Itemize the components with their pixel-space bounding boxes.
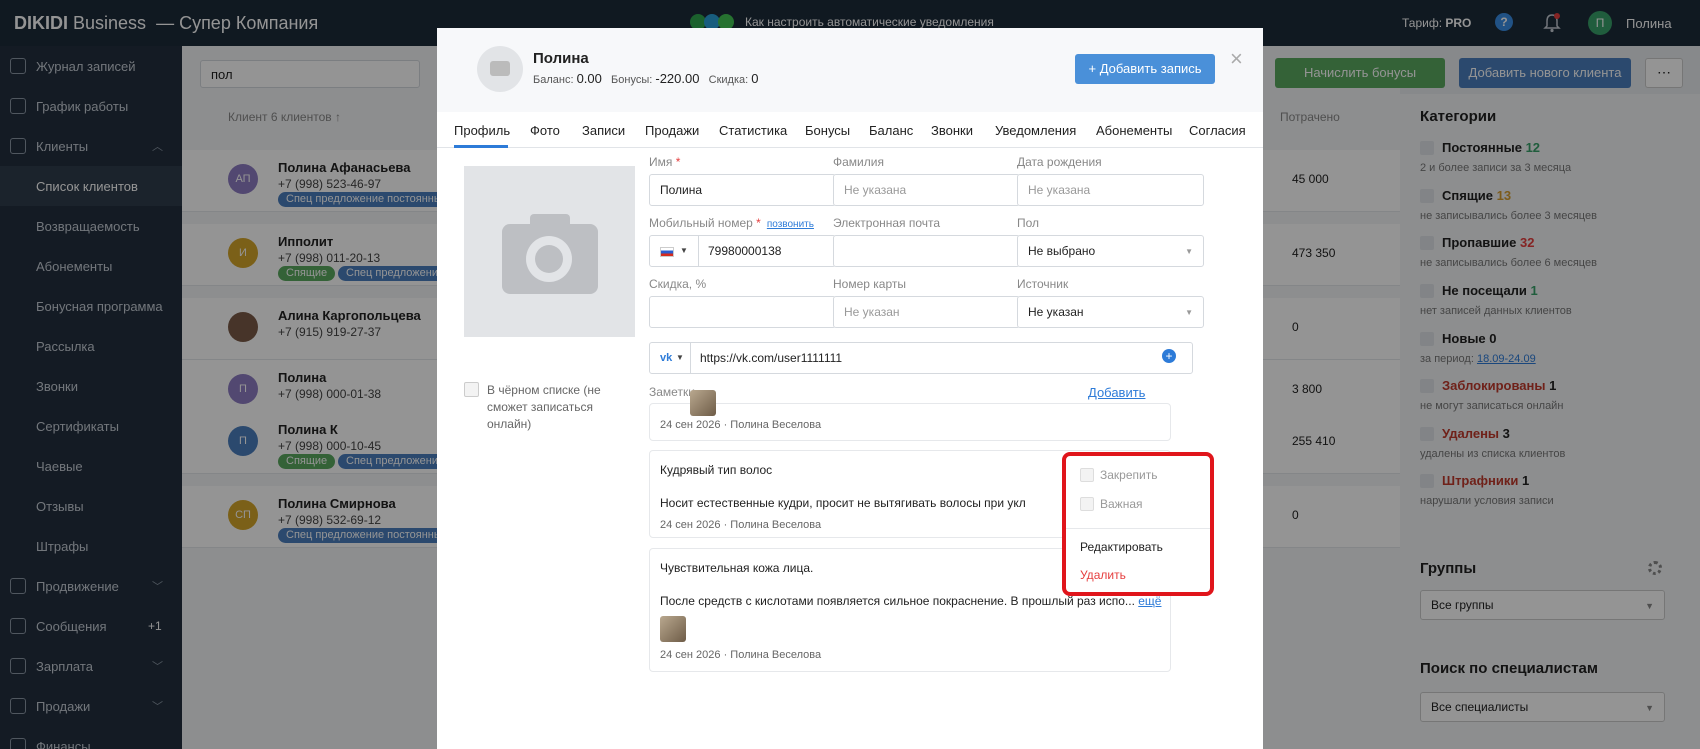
gender-label: Пол bbox=[1017, 216, 1040, 230]
note-meta: 24 сен 2026 · Полина Веселова bbox=[660, 649, 822, 661]
tab-photo[interactable]: Фото bbox=[530, 123, 560, 138]
dropdown-arrow-icon: ▼ bbox=[676, 353, 684, 362]
modal-header: Полина Баланс: 0.00 Бонусы: -220.00 Скид… bbox=[437, 28, 1263, 112]
close-icon[interactable]: × bbox=[1230, 46, 1243, 72]
client-photo-placeholder[interactable] bbox=[464, 166, 635, 337]
note-photo[interactable] bbox=[690, 390, 716, 416]
pin-checkbox[interactable] bbox=[1080, 468, 1094, 482]
client-avatar bbox=[477, 46, 523, 92]
pin-note-option[interactable]: Закрепить bbox=[1080, 468, 1157, 482]
note-body: После средств с кислотами появляется сил… bbox=[660, 594, 1162, 608]
tab-notifications[interactable]: Уведомления bbox=[995, 123, 1076, 138]
phone-label: Мобильный номер * позвонить bbox=[649, 216, 814, 230]
card-field[interactable]: Не указан bbox=[833, 296, 1020, 328]
tab-balance[interactable]: Баланс bbox=[869, 123, 913, 138]
menu-divider bbox=[1066, 528, 1210, 529]
tab-calls[interactable]: Звонки bbox=[931, 123, 973, 138]
note-title: Кудрявый тип волос bbox=[660, 463, 773, 477]
call-link[interactable]: позвонить bbox=[767, 219, 814, 230]
add-note-link[interactable]: Добавить bbox=[1088, 385, 1145, 400]
tab-sales[interactable]: Продажи bbox=[645, 123, 699, 138]
tab-consents[interactable]: Согласия bbox=[1189, 123, 1246, 138]
dropdown-arrow-icon: ▼ bbox=[680, 246, 688, 255]
note-context-menu: Закрепить Важная Редактировать Удалить bbox=[1062, 452, 1214, 596]
social-link-field[interactable]: vk ▼ https://vk.com/user1111111 bbox=[649, 342, 1193, 374]
dropdown-arrow-icon: ▼ bbox=[1185, 308, 1193, 317]
discount-label: Скидка, % bbox=[649, 277, 707, 291]
notes-label: Заметки bbox=[649, 385, 695, 399]
dropdown-arrow-icon: ▼ bbox=[1185, 247, 1193, 256]
delete-note-option[interactable]: Удалить bbox=[1080, 568, 1126, 582]
camera-icon bbox=[535, 245, 563, 273]
birthday-label: Дата рождения bbox=[1017, 155, 1102, 169]
russia-flag-icon[interactable] bbox=[660, 247, 674, 257]
vk-icon[interactable]: vk bbox=[660, 352, 672, 364]
important-checkbox[interactable] bbox=[1080, 497, 1094, 511]
note-photo[interactable] bbox=[660, 616, 686, 642]
phone-field[interactable]: ▼ 79980000138 bbox=[649, 235, 836, 267]
tab-statistics[interactable]: Статистика bbox=[719, 123, 787, 138]
surname-field[interactable]: Не указана bbox=[833, 174, 1020, 206]
plus-icon: + bbox=[1088, 61, 1100, 76]
note-title: Чувствительная кожа лица. bbox=[660, 561, 814, 575]
add-record-button[interactable]: + Добавить запись bbox=[1075, 54, 1215, 84]
edit-note-option[interactable]: Редактировать bbox=[1080, 540, 1163, 554]
email-field[interactable] bbox=[833, 235, 1020, 267]
note-card: 24 сен 2026 · Полина Веселова bbox=[649, 390, 1171, 441]
show-more-link[interactable]: ещё bbox=[1138, 594, 1161, 608]
tab-records[interactable]: Записи bbox=[582, 123, 625, 138]
important-note-option[interactable]: Важная bbox=[1080, 497, 1143, 511]
add-social-icon[interactable]: + bbox=[1162, 349, 1176, 363]
source-select[interactable]: Не указан ▼ bbox=[1017, 296, 1204, 328]
active-tab-indicator bbox=[454, 145, 508, 148]
note-body: Носит естественные кудри, просит не вытя… bbox=[660, 496, 1026, 510]
gender-select[interactable]: Не выбрано ▼ bbox=[1017, 235, 1204, 267]
tab-bonuses[interactable]: Бонусы bbox=[805, 123, 850, 138]
email-label: Электронная почта bbox=[833, 216, 941, 230]
first-name-field[interactable]: Полина bbox=[649, 174, 836, 206]
birthday-field[interactable]: Не указана bbox=[1017, 174, 1204, 206]
source-label: Источник bbox=[1017, 277, 1069, 291]
card-label: Номер карты bbox=[833, 277, 906, 291]
client-tabs: Профиль Фото Записи Продажи Статистика Б… bbox=[437, 112, 1263, 148]
blacklist-label: В чёрном списке (не сможет записаться он… bbox=[487, 383, 601, 431]
note-meta: 24 сен 2026 · Полина Веселова bbox=[660, 519, 822, 531]
discount-field[interactable] bbox=[649, 296, 836, 328]
blacklist-checkbox[interactable] bbox=[464, 382, 479, 397]
tab-profile[interactable]: Профиль bbox=[454, 123, 510, 138]
client-card-modal: Полина Баланс: 0.00 Бонусы: -220.00 Скид… bbox=[437, 28, 1263, 749]
tab-subscriptions[interactable]: Абонементы bbox=[1096, 123, 1172, 138]
client-stats: Баланс: 0.00 Бонусы: -220.00 Скидка: 0 bbox=[533, 71, 759, 86]
surname-label: Фамилия bbox=[833, 155, 884, 169]
client-name: Полина bbox=[533, 50, 589, 67]
camera-icon bbox=[490, 61, 510, 76]
name-label: Имя * bbox=[649, 155, 681, 169]
